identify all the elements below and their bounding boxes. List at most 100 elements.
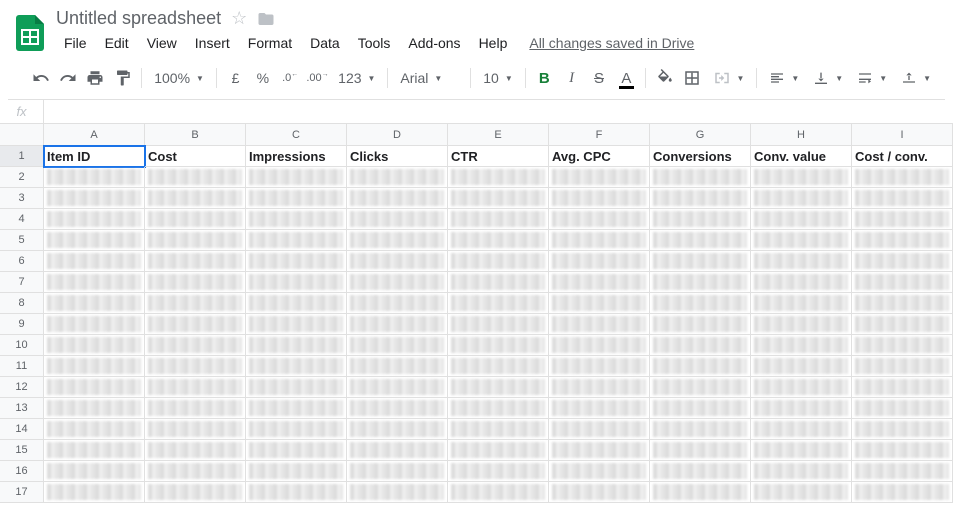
cell[interactable] xyxy=(347,314,448,335)
bold-button[interactable]: B xyxy=(532,65,557,91)
cell[interactable] xyxy=(448,230,549,251)
cell[interactable] xyxy=(549,251,650,272)
row-header[interactable]: 16 xyxy=(0,461,44,482)
cell[interactable] xyxy=(145,461,246,482)
cell[interactable] xyxy=(751,209,852,230)
cell[interactable] xyxy=(246,188,347,209)
menu-tools[interactable]: Tools xyxy=(350,31,399,55)
cell[interactable] xyxy=(650,482,751,503)
column-header[interactable]: H xyxy=(751,124,852,146)
cell[interactable] xyxy=(246,209,347,230)
cell[interactable] xyxy=(549,377,650,398)
menu-format[interactable]: Format xyxy=(240,31,300,55)
cell[interactable] xyxy=(650,398,751,419)
cell[interactable] xyxy=(44,419,145,440)
menu-view[interactable]: View xyxy=(139,31,185,55)
row-header[interactable]: 4 xyxy=(0,209,44,230)
cell[interactable] xyxy=(448,188,549,209)
column-header[interactable]: I xyxy=(852,124,953,146)
cell[interactable] xyxy=(145,230,246,251)
cell[interactable] xyxy=(650,251,751,272)
cell[interactable] xyxy=(852,356,953,377)
document-title[interactable]: Untitled spreadsheet xyxy=(56,8,221,29)
redo-button[interactable] xyxy=(55,65,80,91)
cell[interactable] xyxy=(448,272,549,293)
undo-button[interactable] xyxy=(28,65,53,91)
cell[interactable] xyxy=(448,293,549,314)
print-button[interactable] xyxy=(83,65,108,91)
menu-help[interactable]: Help xyxy=(471,31,516,55)
cell[interactable] xyxy=(347,482,448,503)
decrease-decimal-button[interactable]: .0← xyxy=(278,65,303,91)
row-header[interactable]: 9 xyxy=(0,314,44,335)
cell[interactable] xyxy=(852,377,953,398)
cell[interactable] xyxy=(751,377,852,398)
cell[interactable] xyxy=(246,482,347,503)
cell[interactable] xyxy=(852,293,953,314)
cell[interactable] xyxy=(145,377,246,398)
folder-icon[interactable] xyxy=(257,10,275,28)
menu-file[interactable]: File xyxy=(56,31,95,55)
save-status[interactable]: All changes saved in Drive xyxy=(521,31,702,55)
cell[interactable] xyxy=(347,293,448,314)
cell[interactable] xyxy=(751,419,852,440)
cell[interactable] xyxy=(549,188,650,209)
cell[interactable]: Conv. value xyxy=(751,146,852,167)
cell[interactable] xyxy=(852,272,953,293)
cell[interactable] xyxy=(448,356,549,377)
cell[interactable] xyxy=(852,230,953,251)
cell[interactable] xyxy=(549,335,650,356)
cell[interactable] xyxy=(347,251,448,272)
cell[interactable] xyxy=(751,398,852,419)
row-header[interactable]: 11 xyxy=(0,356,44,377)
cell[interactable] xyxy=(44,356,145,377)
formula-input[interactable] xyxy=(44,100,953,123)
cell[interactable] xyxy=(549,356,650,377)
cell[interactable] xyxy=(246,272,347,293)
cell[interactable] xyxy=(145,188,246,209)
cell[interactable] xyxy=(448,419,549,440)
column-header[interactable]: G xyxy=(650,124,751,146)
cell[interactable] xyxy=(44,167,145,188)
number-format-select[interactable]: 123▼ xyxy=(332,65,381,91)
select-all-corner[interactable] xyxy=(0,124,44,146)
cell[interactable] xyxy=(145,251,246,272)
row-header[interactable]: 17 xyxy=(0,482,44,503)
cell[interactable] xyxy=(751,461,852,482)
cell[interactable] xyxy=(145,419,246,440)
cell[interactable] xyxy=(549,230,650,251)
cell[interactable] xyxy=(852,251,953,272)
cell[interactable]: Item ID xyxy=(44,146,145,167)
cell[interactable] xyxy=(145,482,246,503)
cell[interactable]: Cost / conv. xyxy=(852,146,953,167)
cell[interactable] xyxy=(751,167,852,188)
cell[interactable] xyxy=(44,230,145,251)
cell[interactable] xyxy=(650,230,751,251)
currency-button[interactable]: £ xyxy=(223,65,248,91)
font-select[interactable]: Arial▼ xyxy=(394,65,464,91)
cell[interactable] xyxy=(448,398,549,419)
cell[interactable] xyxy=(650,440,751,461)
cell[interactable] xyxy=(44,398,145,419)
cell[interactable] xyxy=(751,440,852,461)
cell[interactable] xyxy=(852,167,953,188)
cell[interactable] xyxy=(751,335,852,356)
cell[interactable] xyxy=(246,377,347,398)
cell[interactable] xyxy=(549,293,650,314)
cell[interactable] xyxy=(448,251,549,272)
row-header[interactable]: 6 xyxy=(0,251,44,272)
cell[interactable] xyxy=(751,314,852,335)
cell[interactable] xyxy=(246,461,347,482)
cell[interactable] xyxy=(44,482,145,503)
column-header[interactable]: A xyxy=(44,124,145,146)
cell[interactable] xyxy=(246,230,347,251)
vertical-align-button[interactable]: ▼ xyxy=(807,65,849,91)
cell[interactable] xyxy=(751,482,852,503)
cell[interactable] xyxy=(852,398,953,419)
cell[interactable] xyxy=(44,209,145,230)
strikethrough-button[interactable]: S xyxy=(586,65,611,91)
cell[interactable] xyxy=(246,335,347,356)
cell[interactable] xyxy=(549,167,650,188)
borders-button[interactable] xyxy=(679,65,704,91)
cell[interactable] xyxy=(852,440,953,461)
